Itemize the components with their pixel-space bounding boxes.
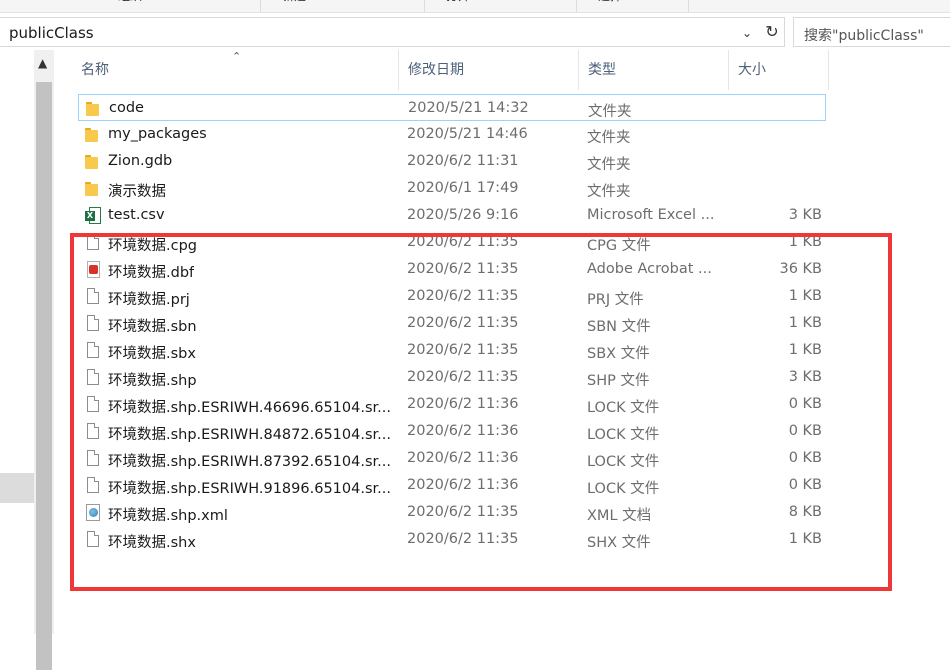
ribbon-open[interactable]: 打开 [426,0,577,12]
column-header-row: ⌃ 名称 修改日期 类型 大小 [72,50,832,90]
folder-row[interactable]: my_packages 2020/5/21 14:46 文件夹 [78,121,826,148]
nav-pane-selected-item[interactable] [0,473,34,503]
file-name: code [109,100,144,116]
file-type: 文件夹 [587,184,631,200]
column-header-size[interactable]: 大小 [729,50,829,90]
folder-icon [83,152,101,171]
file-size: 3 KB [788,207,822,223]
nav-pane-scrollbar[interactable]: ▲ [34,50,54,670]
file-name: my_packages [108,126,207,142]
file-name: Zion.gdb [108,153,173,169]
file-type: 文件夹 [587,130,631,146]
folder-icon [83,125,101,144]
file-name: 演示数据 [108,184,166,200]
column-header-name[interactable]: 名称 [72,50,399,90]
highlight-box [70,233,892,591]
file-date: 2020/5/21 14:32 [408,100,529,116]
file-date: 2020/6/2 11:31 [407,153,519,169]
address-bar[interactable]: publicClass ⌄ [0,17,761,47]
folder-icon [84,99,102,118]
file-date: 2020/5/26 9:16 [407,207,519,223]
column-header-type[interactable]: 类型 [579,50,729,90]
ribbon-new[interactable]: 新建 [262,0,425,12]
file-type: 文件夹 [587,157,631,173]
search-placeholder: 搜索"publicClass" [804,28,924,44]
scrollbar-thumb[interactable] [36,82,52,670]
address-path: publicClass [9,24,94,42]
chevron-down-icon[interactable]: ⌄ [742,26,752,40]
file-type: 文件夹 [588,104,632,120]
folder-icon [83,179,101,198]
folder-row[interactable]: 演示数据 2020/6/1 17:49 文件夹 [78,175,826,202]
folder-row[interactable]: code 2020/5/21 14:32 文件夹 [78,94,826,121]
file-date: 2020/6/1 17:49 [407,180,519,196]
file-name: test.csv [108,207,165,223]
scroll-up-icon[interactable]: ▲ [38,56,47,70]
file-type: Microsoft Excel ... [587,207,715,223]
file-date: 2020/5/21 14:46 [407,126,528,142]
search-input[interactable]: 搜索"publicClass" [793,17,950,47]
ribbon-select[interactable]: 选择 [578,0,689,12]
address-row: publicClass ⌄ ↻ 搜索"publicClass" [0,15,950,49]
refresh-icon[interactable]: ↻ [760,17,785,47]
excel-icon: X [83,206,101,225]
ribbon-toolbar: 组织 新建 打开 选择 [0,0,950,13]
ribbon-organize[interactable]: 组织 [98,0,261,12]
column-header-date[interactable]: 修改日期 [399,50,579,90]
file-row[interactable]: Xtest.csv 2020/5/26 9:16 Microsoft Excel .… [78,202,826,229]
folder-row[interactable]: Zion.gdb 2020/6/2 11:31 文件夹 [78,148,826,175]
